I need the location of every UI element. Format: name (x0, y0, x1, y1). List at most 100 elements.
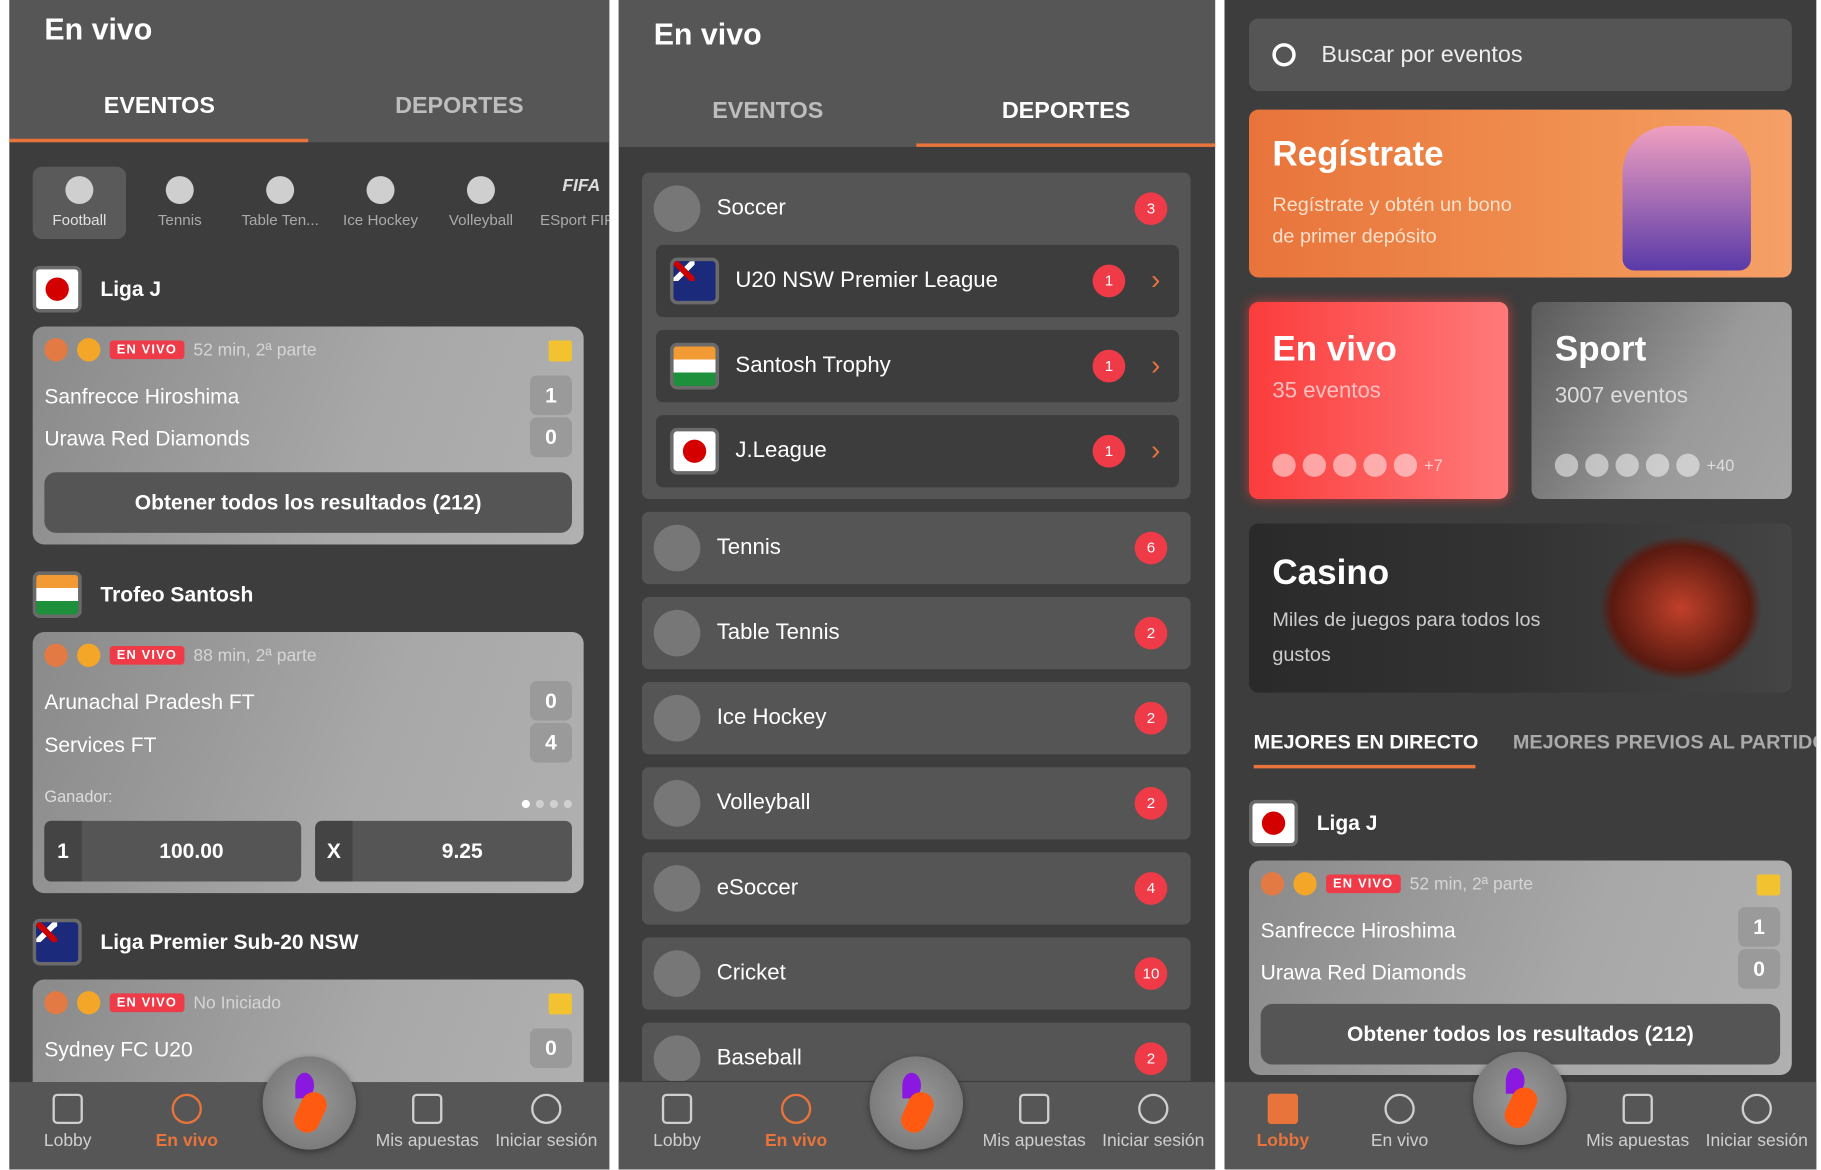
header: En vivo EVENTOS DEPORTES (618, 0, 1216, 147)
nav-en-vivo[interactable]: En vivo (128, 1093, 245, 1151)
tab-mejores-previos[interactable]: MEJORES PREVIOS AL PARTIDO (1513, 731, 1816, 754)
nav-iniciar-sesion[interactable]: Iniciar sesión (1095, 1093, 1212, 1151)
sport-row-table-tennis[interactable]: Table Tennis 2 (642, 596, 1191, 670)
league-header[interactable]: Liga J (1249, 799, 1377, 847)
fifa-icon (653, 865, 701, 912)
stats-icon[interactable] (548, 993, 572, 1015)
casino-banner[interactable]: Casino Miles de juegos para todos los gu… (1249, 523, 1792, 693)
panel-lobby: Buscar por eventos Regístrate Regístrate… (1224, 0, 1817, 1170)
league-header[interactable]: Liga Premier Sub-20 NSW (32, 918, 359, 966)
app-logo-button[interactable] (262, 1056, 357, 1150)
match-time: 52 min, 2ª parte (1409, 873, 1533, 894)
count-badge: 2 (1134, 787, 1168, 820)
australia-flag-icon (32, 918, 82, 966)
sport-football[interactable]: Football (32, 166, 127, 240)
match-card[interactable]: EN VIVO 52 min, 2ª parte Sanfrecce Hirosh… (1249, 860, 1792, 1076)
match-card[interactable]: EN VIVO 88 min, 2ª parte Arunachal Prades… (32, 631, 584, 894)
bets-icon (1622, 1093, 1653, 1125)
league-row[interactable]: U20 NSW Premier League 1 › (656, 244, 1179, 318)
league-name: Trofeo Santosh (100, 582, 254, 606)
app-logo-button[interactable] (869, 1056, 964, 1150)
league-header[interactable]: Trofeo Santosh (32, 571, 254, 618)
league-row[interactable]: Santosh Trophy 1 › (656, 329, 1179, 403)
count-badge: 4 (1134, 872, 1168, 905)
nav-lobby[interactable]: Lobby (9, 1093, 126, 1151)
nav-en-vivo[interactable]: En vivo (738, 1093, 855, 1151)
nav-en-vivo[interactable]: En vivo (1341, 1093, 1458, 1151)
more-count: +7 (1424, 455, 1443, 475)
team-score: 1 (1738, 907, 1781, 947)
nav-iniciar-sesion[interactable]: Iniciar sesión (1698, 1093, 1815, 1151)
nav-mis-apuestas[interactable]: Mis apuestas (976, 1093, 1093, 1151)
australia-flag-icon (670, 257, 720, 305)
search-input[interactable]: Buscar por eventos (1249, 18, 1792, 91)
tab-deportes[interactable]: DEPORTES (309, 93, 609, 120)
tab-deportes[interactable]: DEPORTES (917, 98, 1215, 125)
live-badge: EN VIVO (109, 340, 184, 360)
team-name: Arunachal Pradesh FT (44, 690, 255, 714)
nav-iniciar-sesion[interactable]: Iniciar sesión (488, 1093, 605, 1151)
all-results-button[interactable]: Obtener todos los resultados (212) (44, 472, 572, 533)
sport-name: Ice Hockey (716, 705, 827, 730)
casino-illustration (1599, 535, 1763, 681)
sport-row-cricket[interactable]: Cricket 10 (642, 937, 1191, 1010)
table-tennis-icon (266, 176, 295, 205)
more-count: +40 (1706, 455, 1735, 475)
sport-volleyball[interactable]: Volleyball (434, 167, 527, 239)
count-badge: 10 (1134, 957, 1168, 990)
sport-name: Tennis (716, 535, 781, 560)
card-count: 35 eventos (1272, 378, 1381, 404)
match-time: 88 min, 2ª parte (193, 645, 317, 666)
pager-dots[interactable] (521, 799, 572, 809)
odds-button-1[interactable]: 1 100.00 (44, 820, 302, 882)
fifa-icon: FIFA (562, 176, 601, 196)
app-logo-button[interactable] (1473, 1051, 1567, 1146)
casino-title: Casino (1272, 553, 1390, 593)
promo-title: Regístrate (1272, 135, 1444, 174)
match-time: No Iniciado (193, 992, 281, 1013)
match-card[interactable]: EN VIVO 52 min, 2ª parte Sanfrecce Hirosh… (32, 326, 584, 545)
league-header[interactable]: Liga J (32, 265, 161, 313)
league-name: U20 NSW Premier League (735, 268, 998, 293)
nav-mis-apuestas[interactable]: Mis apuestas (1579, 1093, 1696, 1151)
sport-ice-hockey[interactable]: Ice Hockey (334, 167, 427, 239)
odds-value: 9.25 (441, 839, 483, 863)
soccer-icon (653, 185, 701, 233)
sports-filter: Football Tennis Table Ten... Ice Hockey … (32, 166, 609, 240)
tab-eventos[interactable]: EVENTOS (619, 98, 917, 125)
nav-lobby[interactable]: Lobby (619, 1093, 736, 1151)
tab-underline (916, 143, 1216, 147)
football-icon (44, 338, 68, 362)
sport-row-soccer[interactable]: Soccer 3 (642, 173, 1191, 245)
stats-icon[interactable] (548, 340, 572, 362)
live-card[interactable]: En vivo 35 eventos +7 (1249, 301, 1509, 500)
odds-button-x[interactable]: X 9.25 (315, 820, 572, 882)
tab-underline (9, 138, 309, 143)
stats-icon[interactable] (1756, 874, 1781, 896)
sport-row-ice-hockey[interactable]: Ice Hockey 2 (642, 682, 1191, 755)
sport-card[interactable]: Sport 3007 eventos +40 (1531, 301, 1792, 500)
sport-tennis[interactable]: Tennis (133, 167, 226, 239)
japan-flag-icon (1249, 799, 1299, 847)
team-name: Services FT (44, 733, 157, 757)
nav-label: Iniciar sesión (495, 1131, 598, 1151)
sport-table-tennis[interactable]: Table Ten... (233, 167, 326, 239)
lobby-icon (1267, 1093, 1299, 1125)
ice-hockey-icon (366, 176, 395, 205)
tab-eventos[interactable]: EVENTOS (9, 93, 309, 120)
volleyball-icon (466, 176, 495, 205)
league-name: Liga Premier Sub-20 NSW (100, 929, 359, 954)
chevron-right-icon: › (1150, 349, 1161, 382)
count-badge: 2 (1134, 616, 1168, 650)
sport-esport-fifa[interactable]: FIFA ESport FIFA (535, 167, 609, 239)
nav-mis-apuestas[interactable]: Mis apuestas (369, 1093, 486, 1151)
live-icon (1384, 1093, 1415, 1125)
league-row[interactable]: J.League 1 › (656, 415, 1179, 488)
tab-mejores-en-directo[interactable]: MEJORES EN DIRECTO (1254, 731, 1479, 754)
sport-row-volleyball[interactable]: Volleyball 2 (642, 767, 1191, 840)
bets-icon (412, 1093, 443, 1125)
sport-row-esoccer[interactable]: eSoccer 4 (642, 852, 1191, 925)
register-banner[interactable]: Regístrate Regístrate y obtén un bono de… (1249, 109, 1792, 278)
nav-lobby[interactable]: Lobby (1224, 1093, 1341, 1151)
sport-row-tennis[interactable]: Tennis 6 (642, 511, 1191, 585)
